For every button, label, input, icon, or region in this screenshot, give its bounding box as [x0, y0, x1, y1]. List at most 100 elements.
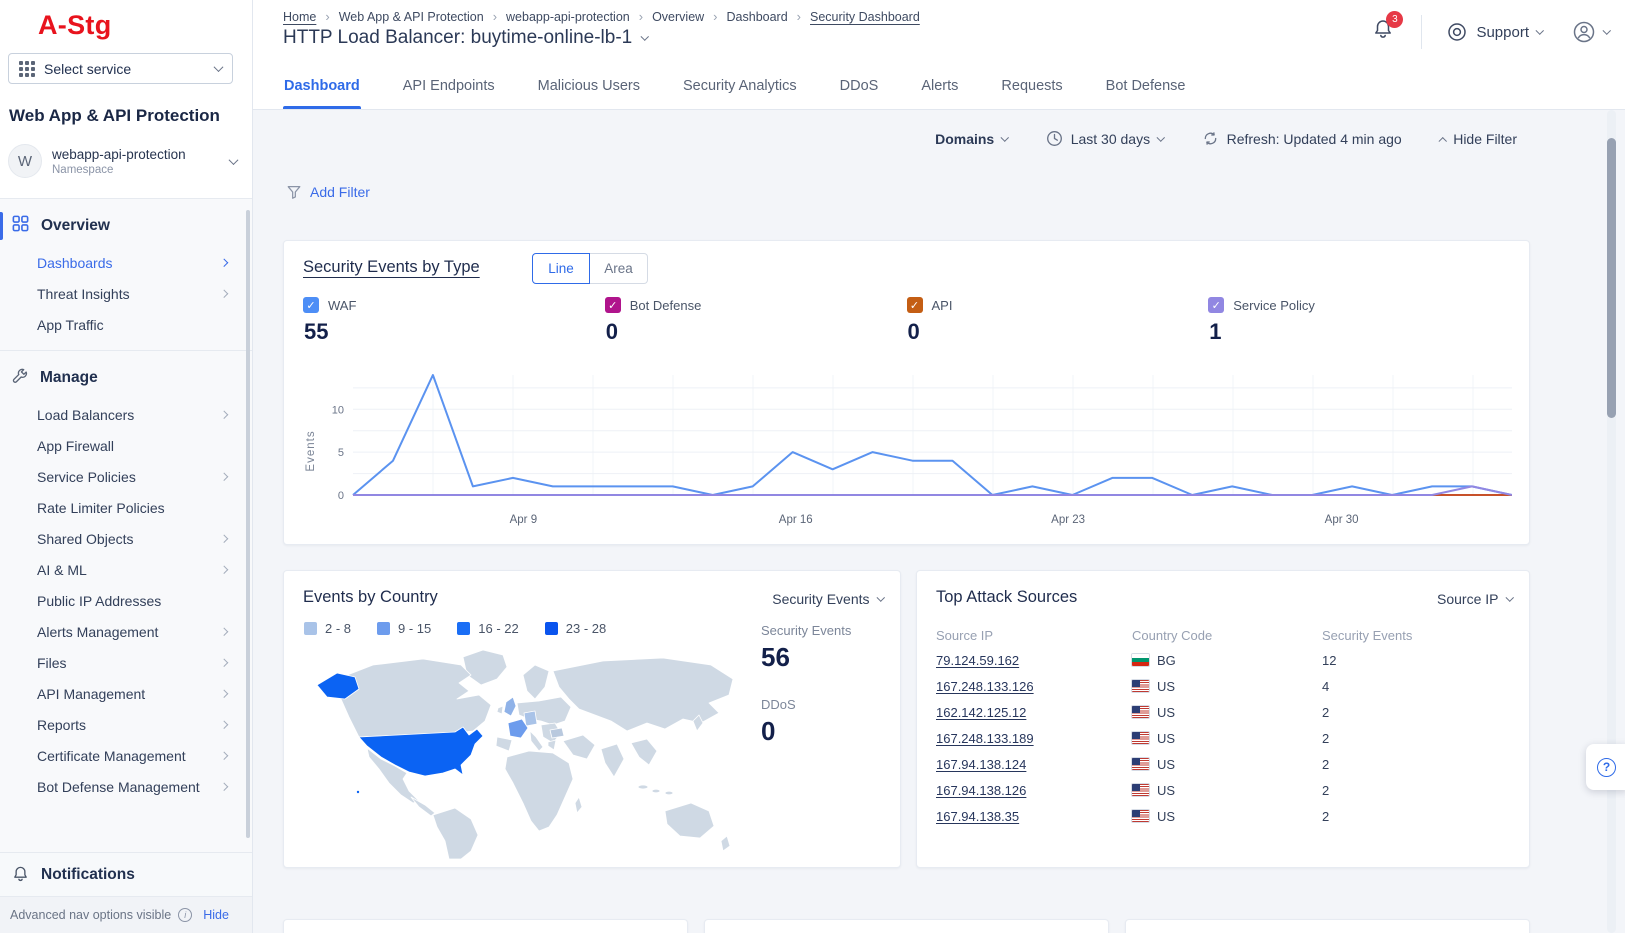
events-by-country-card: Events by Country Security Events 2 - 89…	[283, 570, 901, 868]
breadcrumb-item-home[interactable]: Home	[283, 10, 316, 24]
legend-checkbox-bot-defense[interactable]: ✓	[605, 297, 621, 313]
map-bucket-16-22: 16 - 22	[457, 621, 518, 636]
sidebar-item-public-ip-addresses[interactable]: Public IP Addresses	[0, 585, 252, 616]
toggle-option-line[interactable]: Line	[532, 253, 590, 284]
sidebar-item-ai-ml[interactable]: AI & ML	[0, 554, 252, 585]
source-ip-link[interactable]: 162.142.125.12	[936, 705, 1026, 720]
map-region	[638, 785, 648, 789]
map-region	[548, 740, 556, 750]
chevron-right-icon	[219, 535, 227, 543]
sidebar-item-notifications[interactable]: Notifications	[0, 852, 252, 896]
column-header-security-events: Security Events	[1322, 628, 1512, 643]
tab-alerts[interactable]: Alerts	[920, 67, 959, 109]
attack-sort-select[interactable]: Source IP	[1437, 591, 1512, 607]
breadcrumb-item-security-dashboard[interactable]: Security Dashboard	[810, 10, 920, 24]
tab-malicious-users[interactable]: Malicious Users	[537, 67, 641, 109]
hide-advanced-nav-link[interactable]: Hide	[203, 908, 229, 922]
breadcrumb-item-overview[interactable]: Overview	[652, 10, 704, 24]
chevron-right-icon	[219, 628, 227, 636]
breadcrumb-item-web-app-api-protection[interactable]: Web App & API Protection	[339, 10, 484, 24]
map-region	[652, 789, 660, 793]
legend-row: ✓API	[907, 297, 1209, 313]
map-country-bg	[550, 728, 564, 738]
add-filter-button[interactable]: Add Filter	[286, 184, 370, 200]
legend-checkbox-api[interactable]: ✓	[907, 297, 923, 313]
legend-value: 0	[908, 319, 1209, 345]
breadcrumb-item-dashboard[interactable]: Dashboard	[727, 10, 788, 24]
sidebar-item-rate-limiter-policies[interactable]: Rate Limiter Policies	[0, 492, 252, 523]
account-menu[interactable]	[1571, 19, 1610, 45]
sidebar-group-header-overview[interactable]: Overview	[0, 205, 252, 247]
legend-checkbox-service-policy[interactable]: ✓	[1208, 297, 1224, 313]
hide-filter-button[interactable]: Hide Filter	[1440, 131, 1517, 147]
sidebar-item-files[interactable]: Files	[0, 647, 252, 678]
notification-count-badge: 3	[1386, 11, 1403, 28]
svg-text:5: 5	[338, 447, 344, 459]
sidebar-item-app-traffic[interactable]: App Traffic	[0, 309, 252, 340]
country-code: BG	[1157, 653, 1176, 668]
select-service-dropdown[interactable]: Select service	[8, 53, 233, 84]
security-events-count: 2	[1322, 705, 1512, 720]
breadcrumb-item-webapp-api-protection[interactable]: webapp-api-protection	[506, 10, 630, 24]
chevron-right-icon	[219, 752, 227, 760]
source-ip-link[interactable]: 167.94.138.35	[936, 809, 1019, 824]
source-ip-link[interactable]: 167.248.133.189	[936, 731, 1034, 746]
security-events-card-title[interactable]: Security Events by Type	[303, 258, 480, 277]
brand-logo: A-Stg	[38, 10, 111, 41]
tab-api-endpoints[interactable]: API Endpoints	[402, 67, 496, 109]
sidebar-item-shared-objects[interactable]: Shared Objects	[0, 523, 252, 554]
help-button[interactable]: ?	[1586, 744, 1625, 790]
chevron-up-icon	[1439, 137, 1447, 145]
table-row: 167.248.133.126US4	[936, 673, 1512, 699]
chevron-down-icon	[214, 62, 224, 72]
map-region	[433, 808, 478, 859]
sidebar-item-api-management[interactable]: API Management	[0, 678, 252, 709]
sidebar-item-load-balancers[interactable]: Load Balancers	[0, 399, 252, 430]
sidebar-item-alerts-management[interactable]: Alerts Management	[0, 616, 252, 647]
chart-line-waf	[353, 375, 1512, 495]
country-metric-select[interactable]: Security Events	[772, 591, 883, 607]
map-region	[463, 650, 507, 685]
toggle-option-area[interactable]: Area	[590, 253, 648, 284]
source-ip-link[interactable]: 167.94.138.124	[936, 757, 1026, 772]
source-ip-link[interactable]: 167.94.138.126	[936, 783, 1026, 798]
tab-security-analytics[interactable]: Security Analytics	[682, 67, 798, 109]
refresh-button[interactable]: Refresh: Updated 4 min ago	[1202, 130, 1402, 147]
table-row: 167.248.133.189US2	[936, 725, 1512, 751]
legend-row: ✓Service Policy	[1208, 297, 1510, 313]
tab-ddos[interactable]: DDoS	[839, 67, 880, 109]
source-ip-link[interactable]: 167.248.133.126	[936, 679, 1034, 694]
domains-dropdown[interactable]: Domains	[935, 131, 1008, 147]
table-row: 167.94.138.124US2	[936, 751, 1512, 777]
stat-label-security-events: Security Events	[761, 623, 851, 638]
stat-value-ddos: 0	[761, 716, 851, 747]
chevron-right-icon	[219, 259, 227, 267]
topbar-actions: 3 Support	[1371, 15, 1609, 49]
flag-us-icon	[1132, 706, 1149, 718]
source-ip-link[interactable]: 79.124.59.162	[936, 653, 1019, 668]
table-row: 162.142.125.12US2	[936, 699, 1512, 725]
sidebar-scrollbar[interactable]	[246, 210, 250, 838]
sidebar-item-service-policies[interactable]: Service Policies	[0, 461, 252, 492]
legend-checkbox-waf[interactable]: ✓	[303, 297, 319, 313]
sidebar-item-bot-defense-management[interactable]: Bot Defense Management	[0, 771, 252, 802]
sidebar-item-reports[interactable]: Reports	[0, 709, 252, 740]
sidebar-item-label: Shared Objects	[37, 531, 134, 547]
tab-requests[interactable]: Requests	[1000, 67, 1063, 109]
support-menu[interactable]: Support	[1446, 21, 1542, 43]
sidebar-item-app-firewall[interactable]: App Firewall	[0, 430, 252, 461]
tab-dashboard[interactable]: Dashboard	[283, 67, 361, 109]
namespace-selector[interactable]: W webapp-api-protection Namespace	[8, 144, 245, 178]
tab-bot-defense[interactable]: Bot Defense	[1105, 67, 1187, 109]
time-range-dropdown[interactable]: Last 30 days	[1046, 130, 1164, 147]
sidebar-group-header-manage[interactable]: Manage	[0, 357, 252, 399]
main-scrollbar-thumb[interactable]	[1607, 138, 1616, 418]
sidebar-item-threat-insights[interactable]: Threat Insights	[0, 278, 252, 309]
sidebar-item-certificate-management[interactable]: Certificate Management	[0, 740, 252, 771]
notifications-bell-button[interactable]: 3	[1371, 17, 1395, 48]
map-country-us	[356, 790, 359, 793]
sidebar-item-dashboards[interactable]: Dashboards	[0, 247, 252, 278]
map-bucket-2-8: 2 - 8	[304, 621, 351, 636]
chevron-down-icon[interactable]	[641, 33, 649, 41]
legend-row: ✓Bot Defense	[605, 297, 907, 313]
